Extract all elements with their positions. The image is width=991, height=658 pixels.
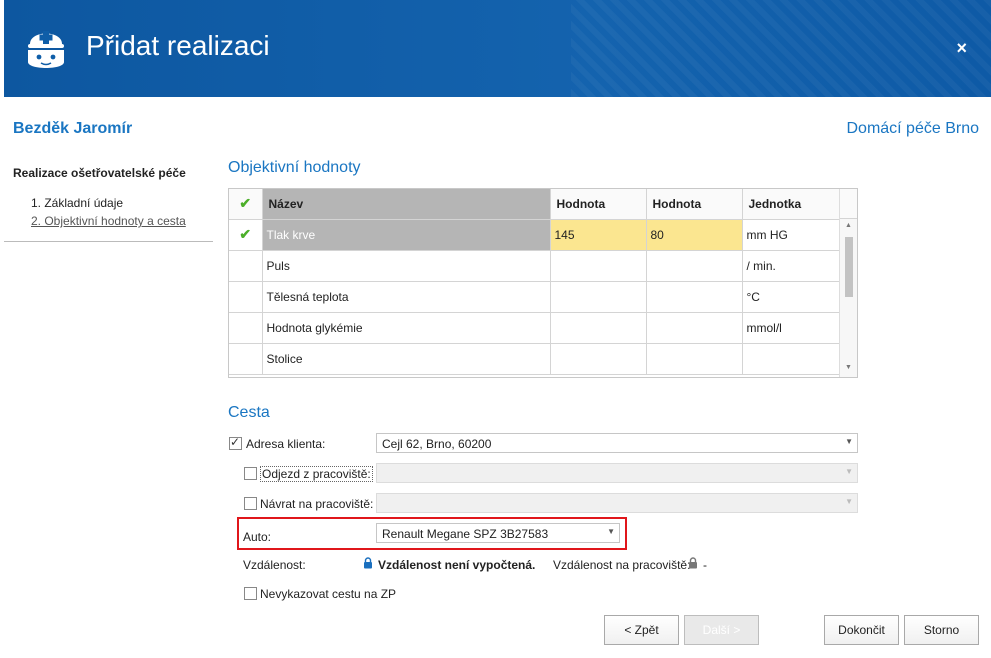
row-value-2[interactable]: 80	[646, 219, 743, 251]
scrollbar-thumb[interactable]	[845, 237, 853, 297]
row-name[interactable]: Tlak krve	[262, 219, 551, 251]
row-unit: / min.	[742, 250, 841, 282]
row-check-cell[interactable]	[229, 343, 263, 375]
lock-icon	[689, 557, 697, 569]
client-address-value: Cejl 62, Brno, 60200	[382, 437, 492, 451]
chevron-down-icon[interactable]: ▼	[607, 527, 615, 536]
car-value: Renault Megane SPZ 3B27583	[382, 527, 549, 541]
row-check-cell[interactable]: ✔	[229, 219, 263, 251]
table-row[interactable]: Stolice	[229, 343, 841, 375]
dialog-window: Přidat realizaci × Bezděk Jaromír Domácí…	[0, 0, 991, 658]
next-button[interactable]: Další >	[684, 615, 759, 645]
sidebar-item-objective-values[interactable]: 2. Objektivní hodnoty a cesta	[31, 214, 186, 228]
organization-name: Domácí péče Brno	[846, 120, 979, 137]
row-check-cell[interactable]	[229, 281, 263, 313]
sidebar-title: Realizace ošetřovatelské péče	[13, 166, 186, 180]
table-row[interactable]: Hodnota glykémie mmol/l	[229, 312, 841, 344]
row-check-cell[interactable]	[229, 250, 263, 282]
scroll-down-icon[interactable]: ▼	[845, 364, 852, 371]
chevron-down-icon[interactable]: ▼	[845, 437, 853, 446]
return-label: Návrat na pracoviště:	[260, 497, 374, 511]
sidebar-item-basic-data[interactable]: 1. Základní údaje	[31, 196, 123, 210]
departure-label: Odjezd z pracoviště:	[260, 466, 373, 482]
sidebar-divider	[4, 241, 213, 242]
dialog-title: Přidat realizaci	[86, 30, 270, 61]
client-address-label: Adresa klienta:	[246, 437, 326, 451]
row-value-1[interactable]	[550, 250, 647, 282]
row-check-cell[interactable]	[229, 312, 263, 344]
row-value-2[interactable]	[646, 281, 743, 313]
dialog-header: Přidat realizaci ×	[4, 0, 991, 97]
scroll-up-icon[interactable]: ▲	[845, 222, 852, 229]
client-address-combo[interactable]: Cejl 62, Brno, 60200 ▼	[376, 433, 858, 453]
workplace-distance-value: -	[703, 558, 707, 572]
row-unit	[742, 343, 841, 375]
return-combo[interactable]: ▼	[376, 493, 858, 513]
distance-label: Vzdálenost:	[243, 558, 306, 572]
scrollbar-header-spacer	[840, 189, 857, 219]
car-combo[interactable]: Renault Megane SPZ 3B27583 ▼	[376, 523, 620, 543]
grid-header-row: ✔ Název Hodnota Hodnota Jednotka	[229, 189, 841, 220]
check-icon: ✔	[239, 226, 252, 242]
column-header-value-2[interactable]: Hodnota	[646, 189, 743, 220]
row-name[interactable]: Puls	[262, 250, 551, 282]
patient-name: Bezděk Jaromír	[13, 120, 133, 137]
row-value-2[interactable]	[646, 250, 743, 282]
column-header-unit[interactable]: Jednotka	[742, 189, 841, 220]
row-unit: mmol/l	[742, 312, 841, 344]
row-name[interactable]: Tělesná teplota	[262, 281, 551, 313]
row-value-2[interactable]	[646, 343, 743, 375]
row-value-1[interactable]: 145	[550, 219, 647, 251]
lock-icon	[364, 557, 372, 569]
cancel-button[interactable]: Storno	[904, 615, 979, 645]
table-row[interactable]: ✔ Tlak krve 145 80 mm HG	[229, 219, 841, 251]
departure-combo[interactable]: ▼	[376, 463, 858, 483]
return-checkbox[interactable]	[244, 497, 257, 510]
close-icon[interactable]: ×	[956, 39, 967, 57]
no-report-checkbox[interactable]	[244, 587, 257, 600]
table-row[interactable]: Tělesná teplota °C	[229, 281, 841, 313]
check-icon: ✔	[239, 195, 252, 212]
chevron-down-icon[interactable]: ▼	[845, 497, 853, 506]
route-heading: Cesta	[228, 404, 270, 421]
header-texture	[571, 0, 991, 97]
back-button[interactable]: < Zpět	[604, 615, 679, 645]
no-report-label: Nevykazovat cestu na ZP	[260, 587, 397, 601]
workplace-distance-label: Vzdálenost na pracoviště:	[553, 558, 691, 572]
column-header-value-1[interactable]: Hodnota	[550, 189, 647, 220]
row-name[interactable]: Hodnota glykémie	[262, 312, 551, 344]
row-value-1[interactable]	[550, 312, 647, 344]
column-header-name[interactable]: Název	[262, 189, 551, 220]
chevron-down-icon[interactable]: ▼	[845, 467, 853, 476]
car-label: Auto:	[243, 530, 272, 544]
client-address-checkbox[interactable]	[229, 435, 242, 450]
row-name[interactable]: Stolice	[262, 343, 551, 375]
row-unit: °C	[742, 281, 841, 313]
distance-value: Vzdálenost není vypočtená.	[378, 558, 536, 572]
table-row[interactable]: Puls / min.	[229, 250, 841, 282]
row-value-1[interactable]	[550, 343, 647, 375]
nurse-logo-icon	[28, 31, 64, 68]
row-unit: mm HG	[742, 219, 841, 251]
objective-values-grid: ✔ Název Hodnota Hodnota Jednotka ✔ Tlak …	[228, 188, 858, 378]
grid-scrollbar[interactable]: ▲ ▼	[839, 189, 857, 377]
header-check-cell[interactable]: ✔	[229, 189, 263, 220]
finish-button[interactable]: Dokončit	[824, 615, 899, 645]
objective-values-heading: Objektivní hodnoty	[228, 159, 361, 176]
departure-checkbox[interactable]	[244, 467, 257, 480]
row-value-1[interactable]	[550, 281, 647, 313]
row-value-2[interactable]	[646, 312, 743, 344]
